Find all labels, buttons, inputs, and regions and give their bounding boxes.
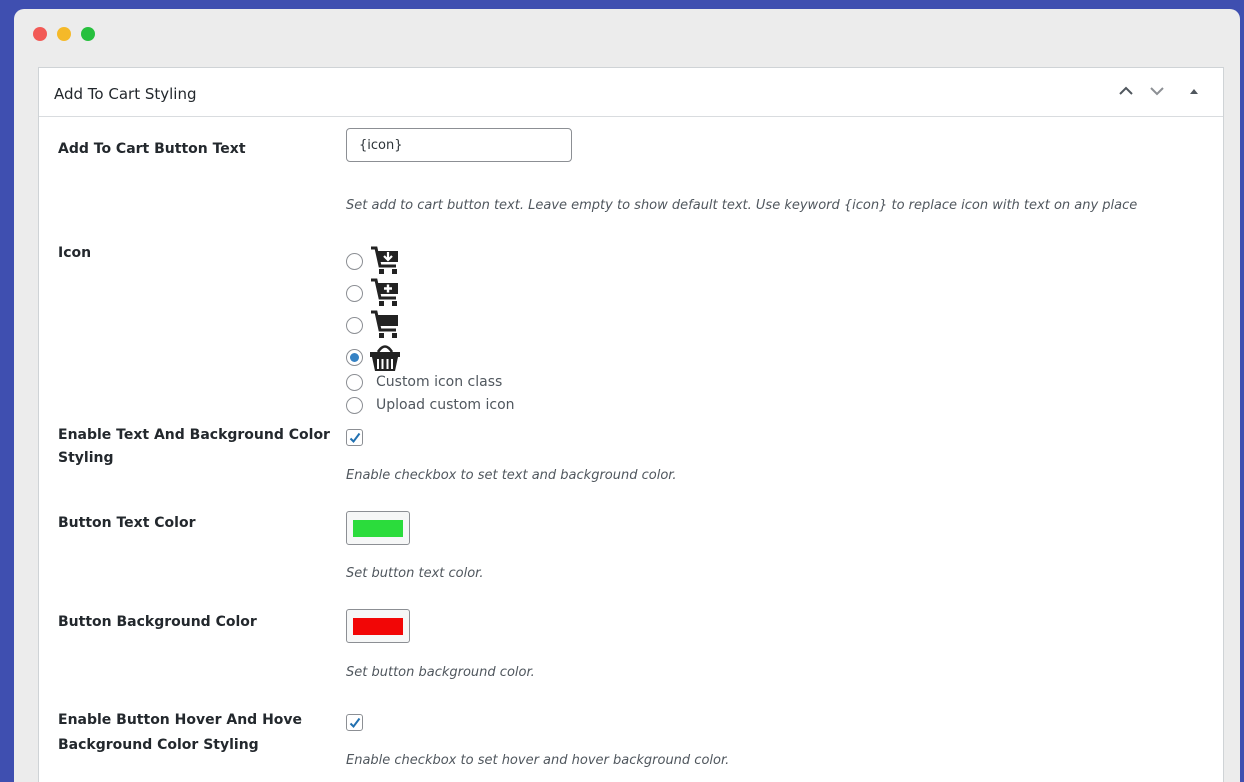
move-down-icon[interactable]: [1148, 82, 1166, 104]
icon-option-basket[interactable]: [346, 344, 402, 371]
enable-color-description: Enable checkbox to set text and backgrou…: [346, 468, 677, 483]
icon-option-cart-download[interactable]: [346, 246, 402, 274]
panel-title: Add To Cart Styling: [54, 85, 197, 103]
collapse-toggle-icon[interactable]: [1188, 85, 1200, 103]
cart-download-icon: [371, 246, 398, 274]
enable-color-label-line1: Enable Text And Background Color: [58, 427, 330, 443]
text-color-swatch: [353, 520, 403, 537]
bg-color-label: Button Background Color: [58, 614, 257, 630]
icon-radio[interactable]: [346, 316, 363, 334]
enable-hover-label-line2: Background Color Styling: [58, 737, 259, 753]
icon-radio-checked[interactable]: [346, 348, 363, 366]
upload-custom-icon-label: Upload custom icon: [376, 397, 515, 413]
add-to-cart-styling-panel: Add To Cart Styling Add To Cart Button T…: [38, 67, 1224, 782]
button-text-input[interactable]: [346, 128, 572, 162]
enable-hover-description: Enable checkbox to set hover and hover b…: [346, 753, 730, 768]
icon-radio[interactable]: [346, 373, 363, 391]
enable-hover-checkbox[interactable]: [346, 714, 363, 731]
text-color-picker[interactable]: [346, 511, 410, 545]
icon-radio[interactable]: [346, 284, 363, 302]
icon-label: Icon: [58, 245, 92, 261]
cart-icon: [371, 310, 398, 338]
window-titlebar: [14, 9, 1240, 61]
icon-option-cart-plus[interactable]: [346, 278, 402, 306]
minimize-window-button[interactable]: [57, 27, 71, 41]
enable-color-checkbox[interactable]: [346, 429, 363, 446]
icon-option-cart[interactable]: [346, 310, 402, 338]
checkmark-icon: [349, 717, 361, 729]
move-up-icon[interactable]: [1117, 82, 1135, 104]
icon-radio[interactable]: [346, 252, 363, 270]
cart-plus-icon: [371, 278, 398, 306]
button-text-label: Add To Cart Button Text: [58, 141, 246, 157]
button-text-description: Set add to cart button text. Leave empty…: [346, 198, 1138, 213]
text-color-description: Set button text color.: [346, 566, 484, 581]
bg-color-description: Set button background color.: [346, 665, 535, 680]
maximize-window-button[interactable]: [81, 27, 95, 41]
text-color-label: Button Text Color: [58, 515, 196, 531]
icon-option-upload-custom[interactable]: Upload custom icon: [346, 392, 515, 418]
close-window-button[interactable]: [33, 27, 47, 41]
enable-hover-label-line1: Enable Button Hover And Hove: [58, 712, 303, 728]
bg-color-swatch: [353, 618, 403, 635]
icon-radio[interactable]: [346, 396, 363, 414]
panel-header: Add To Cart Styling: [39, 68, 1223, 117]
enable-color-label-line2: Styling: [58, 450, 114, 466]
checkmark-icon: [349, 432, 361, 444]
custom-icon-class-label: Custom icon class: [376, 374, 503, 390]
browser-window: Add To Cart Styling Add To Cart Button T…: [14, 9, 1240, 782]
bg-color-picker[interactable]: [346, 609, 410, 643]
